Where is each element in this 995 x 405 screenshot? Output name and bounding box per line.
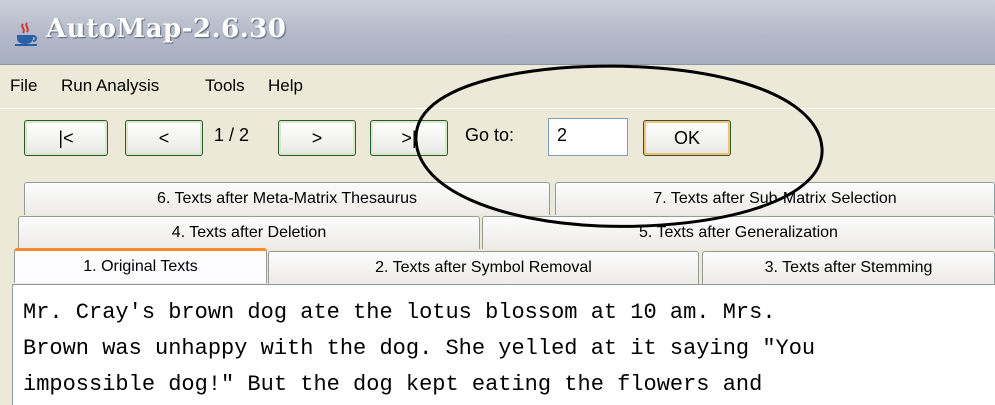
- menu-tools[interactable]: Tools: [205, 76, 245, 96]
- last-page-button[interactable]: >|: [370, 120, 448, 156]
- tab-deletion[interactable]: 4. Texts after Deletion: [18, 216, 480, 249]
- tab-sub-matrix-selection[interactable]: 7. Texts after Sub-Matrix Selection: [555, 182, 995, 215]
- title-bar: AutoMap-2.6.30: [0, 0, 995, 65]
- next-page-button[interactable]: >: [278, 120, 356, 156]
- original-text-content: Mr. Cray's brown dog ate the lotus bloss…: [23, 300, 816, 397]
- window-title: AutoMap-2.6.30: [46, 14, 287, 44]
- tab-meta-matrix-thesaurus[interactable]: 6. Texts after Meta-Matrix Thesaurus: [24, 182, 550, 215]
- menu-file[interactable]: File: [10, 76, 37, 96]
- text-display-area[interactable]: Mr. Cray's brown dog ate the lotus bloss…: [12, 284, 995, 405]
- tab-stemming[interactable]: 3. Texts after Stemming: [702, 251, 995, 284]
- menu-bar: File Run Analysis Tools Help: [0, 65, 995, 107]
- menu-run-analysis[interactable]: Run Analysis: [61, 76, 159, 96]
- first-page-button[interactable]: |<: [24, 120, 108, 156]
- ok-button[interactable]: OK: [643, 120, 731, 156]
- tab-generalization[interactable]: 5. Texts after Generalization: [482, 216, 995, 249]
- page-indicator: 1 / 2: [214, 125, 250, 145]
- previous-page-button[interactable]: <: [125, 120, 203, 156]
- menu-help[interactable]: Help: [268, 76, 303, 96]
- tab-symbol-removal[interactable]: 2. Texts after Symbol Removal: [268, 251, 699, 284]
- goto-page-input[interactable]: 2: [548, 118, 628, 156]
- java-coffee-cup-icon: [15, 22, 37, 46]
- goto-label: Go to:: [465, 125, 515, 145]
- tab-original-texts[interactable]: 1. Original Texts: [14, 248, 267, 283]
